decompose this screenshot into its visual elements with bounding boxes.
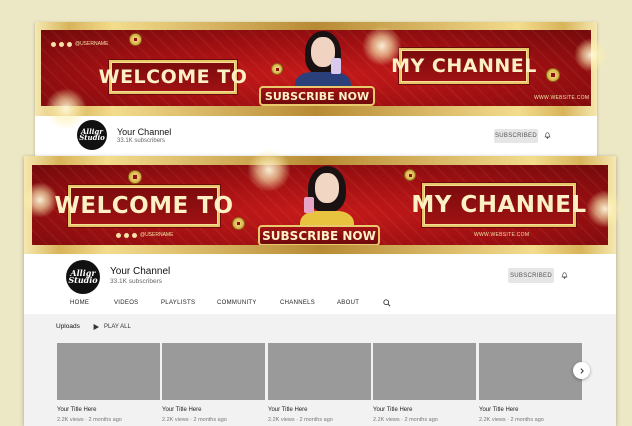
- video-title-4[interactable]: Your Title Here: [373, 407, 412, 413]
- back-username: @USERNAME: [75, 41, 109, 47]
- video-thumbnail-2[interactable]: [162, 343, 265, 400]
- back-banner-red-panel: @USERNAME WELCOME TO SUBSCRIBE NOW MY CH…: [41, 30, 591, 106]
- back-card: @USERNAME WELCOME TO SUBSCRIBE NOW MY CH…: [35, 22, 597, 160]
- search-icon[interactable]: [383, 299, 391, 307]
- video-title-1[interactable]: Your Title Here: [57, 407, 96, 413]
- chevron-right-icon: [579, 367, 584, 374]
- youtube-icon[interactable]: [116, 232, 121, 238]
- back-subscribe-button[interactable]: SUBSCRIBE NOW: [259, 86, 375, 106]
- front-channel-name: Your Channel: [110, 266, 171, 277]
- back-coin-left: [129, 33, 142, 46]
- video-title-3[interactable]: Your Title Here: [268, 407, 307, 413]
- video-meta-3: 2.2K views · 2 months ago: [268, 417, 333, 423]
- facebook-icon[interactable]: [132, 232, 137, 238]
- video-title-5[interactable]: Your Title Here: [479, 407, 518, 413]
- front-channel-avatar[interactable]: Alligr Studio: [66, 260, 100, 294]
- back-subscriber-count: 33.1K subscribers: [117, 138, 166, 144]
- carousel-next-button[interactable]: [573, 362, 590, 379]
- video-thumbnail-5[interactable]: [479, 343, 582, 400]
- front-card: WELCOME TO SUBSCRIBE NOW MY CHANNEL @USE…: [24, 156, 616, 426]
- light-glow: [574, 38, 608, 72]
- play-icon[interactable]: [93, 324, 99, 330]
- video-thumbnail-4[interactable]: [373, 343, 476, 400]
- light-glow: [586, 190, 624, 228]
- back-mychannel-plaque: MY CHANNEL: [391, 48, 536, 84]
- video-meta-5: 2.2K views · 2 months ago: [479, 417, 544, 423]
- uploads-section: Uploads PLAY ALL Your Title Here Your Ti…: [24, 314, 616, 426]
- video-meta-4: 2.2K views · 2 months ago: [373, 417, 438, 423]
- bell-icon[interactable]: [544, 132, 551, 139]
- video-meta-2: 2.2K views · 2 months ago: [162, 417, 227, 423]
- play-all-button[interactable]: PLAY ALL: [104, 324, 131, 330]
- video-thumbnail-3[interactable]: [268, 343, 371, 400]
- tab-videos[interactable]: VIDEOS: [114, 300, 138, 306]
- light-glow: [362, 26, 402, 66]
- light-glow: [45, 88, 87, 130]
- back-website: WWW.WEBSITE.COM: [534, 95, 590, 101]
- front-banner: WELCOME TO SUBSCRIBE NOW MY CHANNEL @USE…: [24, 156, 616, 254]
- front-coin-right: [404, 169, 416, 181]
- tab-home[interactable]: HOME: [70, 300, 89, 306]
- tab-channels[interactable]: CHANNELS: [280, 300, 315, 306]
- video-title-2[interactable]: Your Title Here: [162, 407, 201, 413]
- back-coin-mid: [271, 63, 283, 75]
- tab-playlists[interactable]: PLAYLISTS: [161, 300, 195, 306]
- front-username: @USERNAME: [140, 232, 174, 238]
- front-coin-mid: [232, 217, 245, 230]
- back-social-links: @USERNAME: [51, 41, 108, 47]
- instagram-icon[interactable]: [59, 41, 64, 47]
- light-glow: [247, 148, 291, 192]
- front-social-links: @USERNAME: [116, 232, 173, 238]
- video-meta-1: 2.2K views · 2 months ago: [57, 417, 122, 423]
- front-banner-red-panel: WELCOME TO SUBSCRIBE NOW MY CHANNEL @USE…: [32, 165, 608, 245]
- back-channel-avatar[interactable]: Alligr Studio: [77, 120, 107, 150]
- front-subscribe-button[interactable]: SUBSCRIBE NOW: [258, 225, 380, 245]
- back-banner: @USERNAME WELCOME TO SUBSCRIBE NOW MY CH…: [35, 22, 597, 116]
- back-channel-name: Your Channel: [117, 127, 172, 137]
- back-coin-right: [546, 68, 560, 82]
- front-subscribed-button[interactable]: SUBSCRIBED: [508, 268, 554, 283]
- uploads-heading: Uploads: [56, 323, 80, 330]
- front-welcome-plaque: WELCOME TO: [54, 185, 233, 227]
- instagram-icon[interactable]: [124, 232, 129, 238]
- tab-community[interactable]: COMMUNITY: [217, 300, 257, 306]
- youtube-icon[interactable]: [51, 41, 56, 47]
- facebook-icon[interactable]: [67, 41, 72, 47]
- back-welcome-plaque: WELCOME TO: [99, 60, 247, 94]
- front-subscriber-count: 33.1K subscribers: [110, 278, 163, 285]
- light-glow: [22, 182, 58, 218]
- front-mychannel-plaque: MY CHANNEL: [411, 183, 586, 227]
- tab-about[interactable]: ABOUT: [337, 300, 359, 306]
- bell-icon[interactable]: [561, 272, 568, 279]
- back-subscribed-button[interactable]: SUBSCRIBED: [494, 129, 538, 143]
- front-website: WWW.WEBSITE.COM: [474, 232, 530, 238]
- front-coin-left: [128, 170, 142, 184]
- video-thumbnail-1[interactable]: [57, 343, 160, 400]
